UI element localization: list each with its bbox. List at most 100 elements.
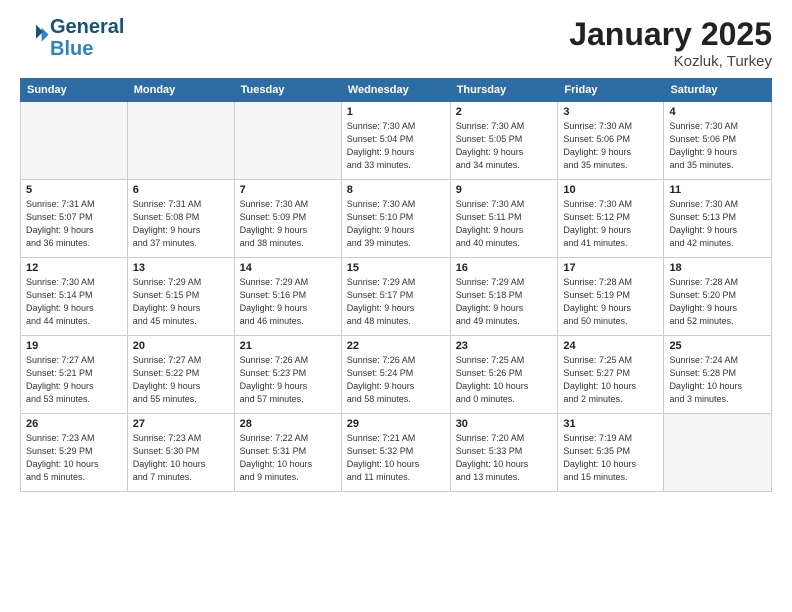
table-row: 17 Sunrise: 7:28 AM Sunset: 5:19 PM Dayli… [558,258,664,336]
table-row: 22Sunrise: 7:26 AM Sunset: 5:24 PM Dayli… [341,336,450,414]
col-thursday: Thursday [450,79,558,102]
day-info: Sunrise: 7:27 AM Sunset: 5:22 PM Dayligh… [133,354,229,406]
day-number: 6 [133,184,229,196]
table-row [127,102,234,180]
table-row: 25Sunrise: 7:24 AM Sunset: 5:28 PM Dayli… [664,336,772,414]
table-row: 23 Sunrise: 7:25 AM Sunset: 5:26 PM Dayli… [450,336,558,414]
table-row: 6 Sunrise: 7:31 AM Sunset: 5:08 PM Daylig… [127,180,234,258]
day-number: 1 [347,106,445,118]
table-row: 3Sunrise: 7:30 AM Sunset: 5:06 PM Daylig… [558,102,664,180]
table-row [234,102,341,180]
day-number: 11 [669,184,766,196]
calendar-week-row: 19 Sunrise: 7:27 AM Sunset: 5:21 PM Dayli… [21,336,772,414]
day-info: Sunrise: 7:29 AM Sunset: 5:18 PM Dayligh… [456,276,553,328]
calendar-week-row: 12 Sunrise: 7:30 AM Sunset: 5:14 PM Dayli… [21,258,772,336]
day-number: 9 [456,184,553,196]
logo-icon [22,22,50,50]
day-number: 2 [456,106,553,118]
day-info: Sunrise: 7:25 AM Sunset: 5:26 PM Dayligh… [456,354,553,406]
day-info: Sunrise: 7:22 AM Sunset: 5:31 PM Dayligh… [240,432,336,484]
day-info: Sunrise: 7:28 AM Sunset: 5:20 PM Dayligh… [669,276,766,328]
table-row: 24Sunrise: 7:25 AM Sunset: 5:27 PM Dayli… [558,336,664,414]
day-number: 18 [669,262,766,274]
table-row: 10 Sunrise: 7:30 AM Sunset: 5:12 PM Dayli… [558,180,664,258]
day-info: Sunrise: 7:30 AM Sunset: 5:13 PM Dayligh… [669,198,766,250]
day-number: 5 [26,184,122,196]
day-info: Sunrise: 7:29 AM Sunset: 5:16 PM Dayligh… [240,276,336,328]
day-number: 30 [456,418,553,430]
day-number: 20 [133,340,229,352]
table-row: 29Sunrise: 7:21 AM Sunset: 5:32 PM Dayli… [341,414,450,492]
day-info: Sunrise: 7:30 AM Sunset: 5:05 PM Dayligh… [456,120,553,172]
table-row [664,414,772,492]
day-number: 24 [563,340,658,352]
day-info: Sunrise: 7:30 AM Sunset: 5:10 PM Dayligh… [347,198,445,250]
day-info: Sunrise: 7:20 AM Sunset: 5:33 PM Dayligh… [456,432,553,484]
table-row: 1 Sunrise: 7:30 AM Sunset: 5:04 PM Daylig… [341,102,450,180]
day-info: Sunrise: 7:27 AM Sunset: 5:21 PM Dayligh… [26,354,122,406]
day-number: 13 [133,262,229,274]
header: General Blue January 2025 Kozluk, Turkey [20,16,772,70]
day-number: 12 [26,262,122,274]
day-number: 28 [240,418,336,430]
col-saturday: Saturday [664,79,772,102]
col-monday: Monday [127,79,234,102]
calendar-week-row: 26 Sunrise: 7:23 AM Sunset: 5:29 PM Dayli… [21,414,772,492]
day-number: 14 [240,262,336,274]
location: Kozluk, Turkey [569,53,772,70]
day-info: Sunrise: 7:30 AM Sunset: 5:06 PM Dayligh… [669,120,766,172]
col-sunday: Sunday [21,79,128,102]
day-number: 4 [669,106,766,118]
table-row: 12 Sunrise: 7:30 AM Sunset: 5:14 PM Dayli… [21,258,128,336]
day-info: Sunrise: 7:30 AM Sunset: 5:09 PM Dayligh… [240,198,336,250]
table-row: 9Sunrise: 7:30 AM Sunset: 5:11 PM Daylig… [450,180,558,258]
day-info: Sunrise: 7:30 AM Sunset: 5:12 PM Dayligh… [563,198,658,250]
day-number: 3 [563,106,658,118]
table-row: 2 Sunrise: 7:30 AM Sunset: 5:05 PM Daylig… [450,102,558,180]
day-number: 26 [26,418,122,430]
table-row [21,102,128,180]
table-row: 31Sunrise: 7:19 AM Sunset: 5:35 PM Dayli… [558,414,664,492]
logo-line2: Blue [50,38,124,60]
page: General Blue January 2025 Kozluk, Turkey… [0,0,792,612]
day-number: 29 [347,418,445,430]
day-number: 17 [563,262,658,274]
table-row: 30 Sunrise: 7:20 AM Sunset: 5:33 PM Dayli… [450,414,558,492]
day-number: 19 [26,340,122,352]
day-info: Sunrise: 7:31 AM Sunset: 5:08 PM Dayligh… [133,198,229,250]
table-row: 14 Sunrise: 7:29 AM Sunset: 5:16 PM Dayli… [234,258,341,336]
title-block: January 2025 Kozluk, Turkey [569,16,772,70]
day-info: Sunrise: 7:30 AM Sunset: 5:14 PM Dayligh… [26,276,122,328]
day-number: 25 [669,340,766,352]
table-row: 15Sunrise: 7:29 AM Sunset: 5:17 PM Dayli… [341,258,450,336]
day-number: 23 [456,340,553,352]
day-info: Sunrise: 7:29 AM Sunset: 5:15 PM Dayligh… [133,276,229,328]
day-info: Sunrise: 7:31 AM Sunset: 5:07 PM Dayligh… [26,198,122,250]
day-number: 10 [563,184,658,196]
table-row: 16 Sunrise: 7:29 AM Sunset: 5:18 PM Dayli… [450,258,558,336]
table-row: 11 Sunrise: 7:30 AM Sunset: 5:13 PM Dayli… [664,180,772,258]
table-row: 8 Sunrise: 7:30 AM Sunset: 5:10 PM Daylig… [341,180,450,258]
table-row: 21Sunrise: 7:26 AM Sunset: 5:23 PM Dayli… [234,336,341,414]
month-title: January 2025 [569,16,772,53]
table-row: 5 Sunrise: 7:31 AM Sunset: 5:07 PM Daylig… [21,180,128,258]
table-row: 4 Sunrise: 7:30 AM Sunset: 5:06 PM Daylig… [664,102,772,180]
calendar-header-row: Sunday Monday Tuesday Wednesday Thursday… [21,79,772,102]
col-friday: Friday [558,79,664,102]
table-row: 20 Sunrise: 7:27 AM Sunset: 5:22 PM Dayli… [127,336,234,414]
logo: General Blue [20,16,124,60]
day-info: Sunrise: 7:28 AM Sunset: 5:19 PM Dayligh… [563,276,658,328]
day-info: Sunrise: 7:23 AM Sunset: 5:30 PM Dayligh… [133,432,229,484]
day-info: Sunrise: 7:30 AM Sunset: 5:04 PM Dayligh… [347,120,445,172]
day-info: Sunrise: 7:23 AM Sunset: 5:29 PM Dayligh… [26,432,122,484]
table-row: 19 Sunrise: 7:27 AM Sunset: 5:21 PM Dayli… [21,336,128,414]
col-tuesday: Tuesday [234,79,341,102]
calendar-week-row: 1 Sunrise: 7:30 AM Sunset: 5:04 PM Daylig… [21,102,772,180]
day-number: 21 [240,340,336,352]
day-info: Sunrise: 7:29 AM Sunset: 5:17 PM Dayligh… [347,276,445,328]
day-number: 27 [133,418,229,430]
calendar-table: Sunday Monday Tuesday Wednesday Thursday… [20,78,772,492]
day-number: 8 [347,184,445,196]
day-number: 16 [456,262,553,274]
calendar-week-row: 5 Sunrise: 7:31 AM Sunset: 5:07 PM Daylig… [21,180,772,258]
